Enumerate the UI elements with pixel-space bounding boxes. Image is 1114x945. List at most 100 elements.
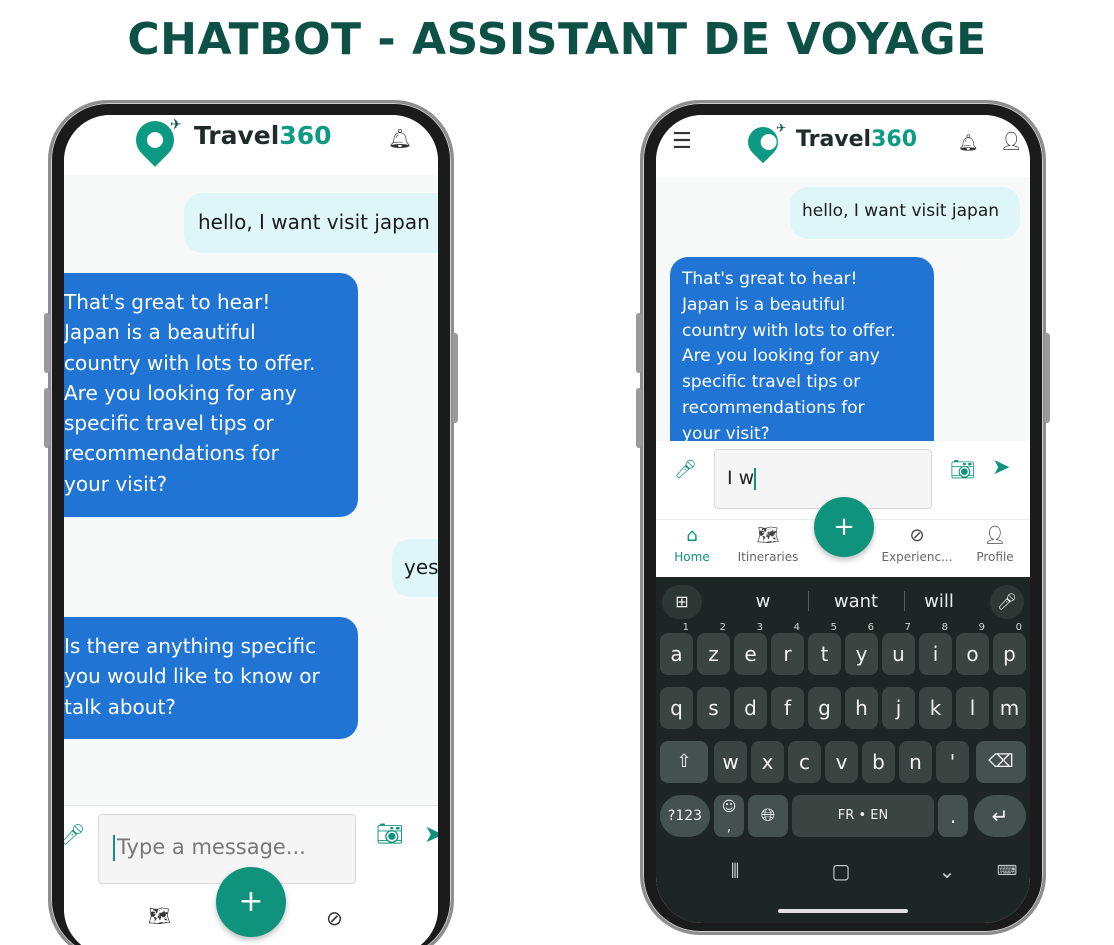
key-hint: 5 [830, 622, 837, 633]
camera-icon[interactable]: 📷︎ [376, 822, 404, 847]
bell-icon[interactable]: 🔔︎ [958, 133, 978, 152]
suggestion-2[interactable]: want [808, 591, 904, 612]
bell-icon[interactable]: 🔔︎ [388, 127, 412, 150]
bot-message-line: Japan is a beautiful [682, 294, 845, 315]
key[interactable]: q [660, 687, 693, 729]
key[interactable]: x [751, 741, 784, 783]
key[interactable]: f [771, 687, 804, 729]
key-label: l [969, 696, 976, 720]
key[interactable]: a1 [660, 623, 693, 675]
volume-button [44, 388, 50, 448]
key[interactable]: r4 [771, 623, 804, 675]
period-key[interactable]: . [938, 795, 968, 837]
key[interactable]: h [845, 687, 878, 729]
account-icon[interactable]: 👤︎ [1000, 131, 1023, 152]
key-label: w [722, 750, 739, 774]
key-label: ' [949, 750, 956, 774]
key[interactable]: d [734, 687, 767, 729]
key[interactable]: p0 [993, 623, 1026, 675]
key-label: t [820, 642, 829, 666]
brand-word: Travel [194, 120, 280, 150]
key-label: s [708, 696, 719, 720]
phone-screen: ‹ ✈ Travel360 🔔︎ hello, I want visit jap… [64, 115, 438, 945]
mic-icon[interactable]: 🎤︎ [64, 822, 85, 846]
logo: ✈ Travel360 [128, 115, 332, 167]
nav-home[interactable]: ⌂ Home [666, 526, 718, 565]
voice-input-icon[interactable]: 🎤︎ [990, 585, 1024, 619]
key[interactable]: y6 [845, 623, 878, 675]
key[interactable]: w [714, 741, 747, 783]
keyboard-switch-icon[interactable]: ⌨︎ [992, 863, 1022, 879]
message-input[interactable]: Type a message... [98, 814, 356, 884]
chat-area: hello, I want visit japan That's great t… [656, 177, 1030, 441]
key-label: ?123 [667, 808, 703, 824]
key-label: q [670, 696, 683, 720]
key[interactable]: e3 [734, 623, 767, 675]
soft-keyboard: ⊞ w want will 🎤︎ a1 z2 e3 r4 t5 y6 u7 i8… [656, 577, 1030, 923]
globe-key[interactable]: 🌐︎ [748, 795, 788, 837]
nav-profile[interactable]: 👤︎ Profile [968, 526, 1022, 565]
menu-icon[interactable]: ☰ [672, 129, 692, 154]
key[interactable]: s [697, 687, 730, 729]
key-label: g [818, 696, 831, 720]
key[interactable]: g [808, 687, 841, 729]
hide-keyboard-icon[interactable]: ⌄ [932, 859, 962, 883]
key[interactable]: t5 [808, 623, 841, 675]
send-icon[interactable]: ➤ [424, 820, 438, 848]
key[interactable]: ' [936, 741, 969, 783]
compass-icon[interactable]: ⊘ [326, 906, 343, 930]
fab-label: + [238, 884, 264, 919]
nav-label: Home [674, 550, 710, 564]
key-label: b [872, 750, 885, 774]
suggestion-3[interactable]: will [904, 591, 974, 612]
key[interactable]: n [899, 741, 932, 783]
bot-message-line: Is there anything specific [64, 634, 317, 658]
brand-name: Travel360 [796, 127, 917, 152]
key[interactable]: i8 [919, 623, 952, 675]
key-label: v [835, 750, 848, 774]
add-fab-button[interactable]: + [216, 867, 286, 937]
key-label: FR • EN [837, 808, 889, 823]
key-label: d [744, 696, 757, 720]
key[interactable]: j [882, 687, 915, 729]
shift-key[interactable]: ⇧ [660, 741, 708, 783]
recents-icon[interactable]: ⦀ [720, 859, 750, 883]
enter-key[interactable]: ↵ [974, 795, 1026, 837]
user-message-text: hello, I want visit japan [802, 201, 1000, 221]
message-input[interactable]: I w [714, 449, 932, 509]
user-message: hello, I want visit japan [790, 187, 1020, 239]
key[interactable]: v [825, 741, 858, 783]
key-hint: 0 [1015, 622, 1022, 633]
nav-itineraries[interactable]: 🗺︎ Itineraries [730, 526, 806, 565]
key-label: o [966, 642, 979, 666]
key-label: a [670, 642, 683, 666]
key-label: c [799, 750, 810, 774]
key-label: p [1003, 642, 1016, 666]
key-hint: 1 [682, 622, 689, 633]
bot-message-line: recommendations for [682, 397, 865, 418]
add-fab-button[interactable]: + [814, 497, 874, 557]
key[interactable]: b [862, 741, 895, 783]
map-icon[interactable]: 🗺︎ [148, 906, 171, 927]
key-label: x [761, 750, 774, 774]
key[interactable]: z2 [697, 623, 730, 675]
bot-message-line: your visit? [682, 423, 770, 441]
suggestion-1[interactable]: w [718, 591, 808, 612]
key[interactable]: l [956, 687, 989, 729]
backspace-key[interactable]: ⌫ [976, 741, 1026, 783]
mic-icon[interactable]: 🎤︎ [674, 459, 697, 480]
send-icon[interactable]: ➤ [992, 455, 1010, 480]
key[interactable]: o9 [956, 623, 989, 675]
home-button-icon[interactable]: ▢ [826, 859, 856, 883]
key[interactable]: c [788, 741, 821, 783]
nav-experiences[interactable]: ⊘ Experienc... [878, 526, 956, 565]
camera-icon[interactable]: 📷︎ [950, 457, 975, 481]
key[interactable]: u7 [882, 623, 915, 675]
back-icon[interactable]: ‹ [64, 129, 67, 150]
space-key[interactable]: FR • EN [792, 795, 934, 837]
symbols-key[interactable]: ?123 [660, 795, 710, 837]
key[interactable]: m [993, 687, 1026, 729]
key[interactable]: k [919, 687, 952, 729]
emoji-key[interactable]: ☺, [714, 795, 744, 837]
keyboard-menu-icon[interactable]: ⊞ [662, 585, 702, 619]
